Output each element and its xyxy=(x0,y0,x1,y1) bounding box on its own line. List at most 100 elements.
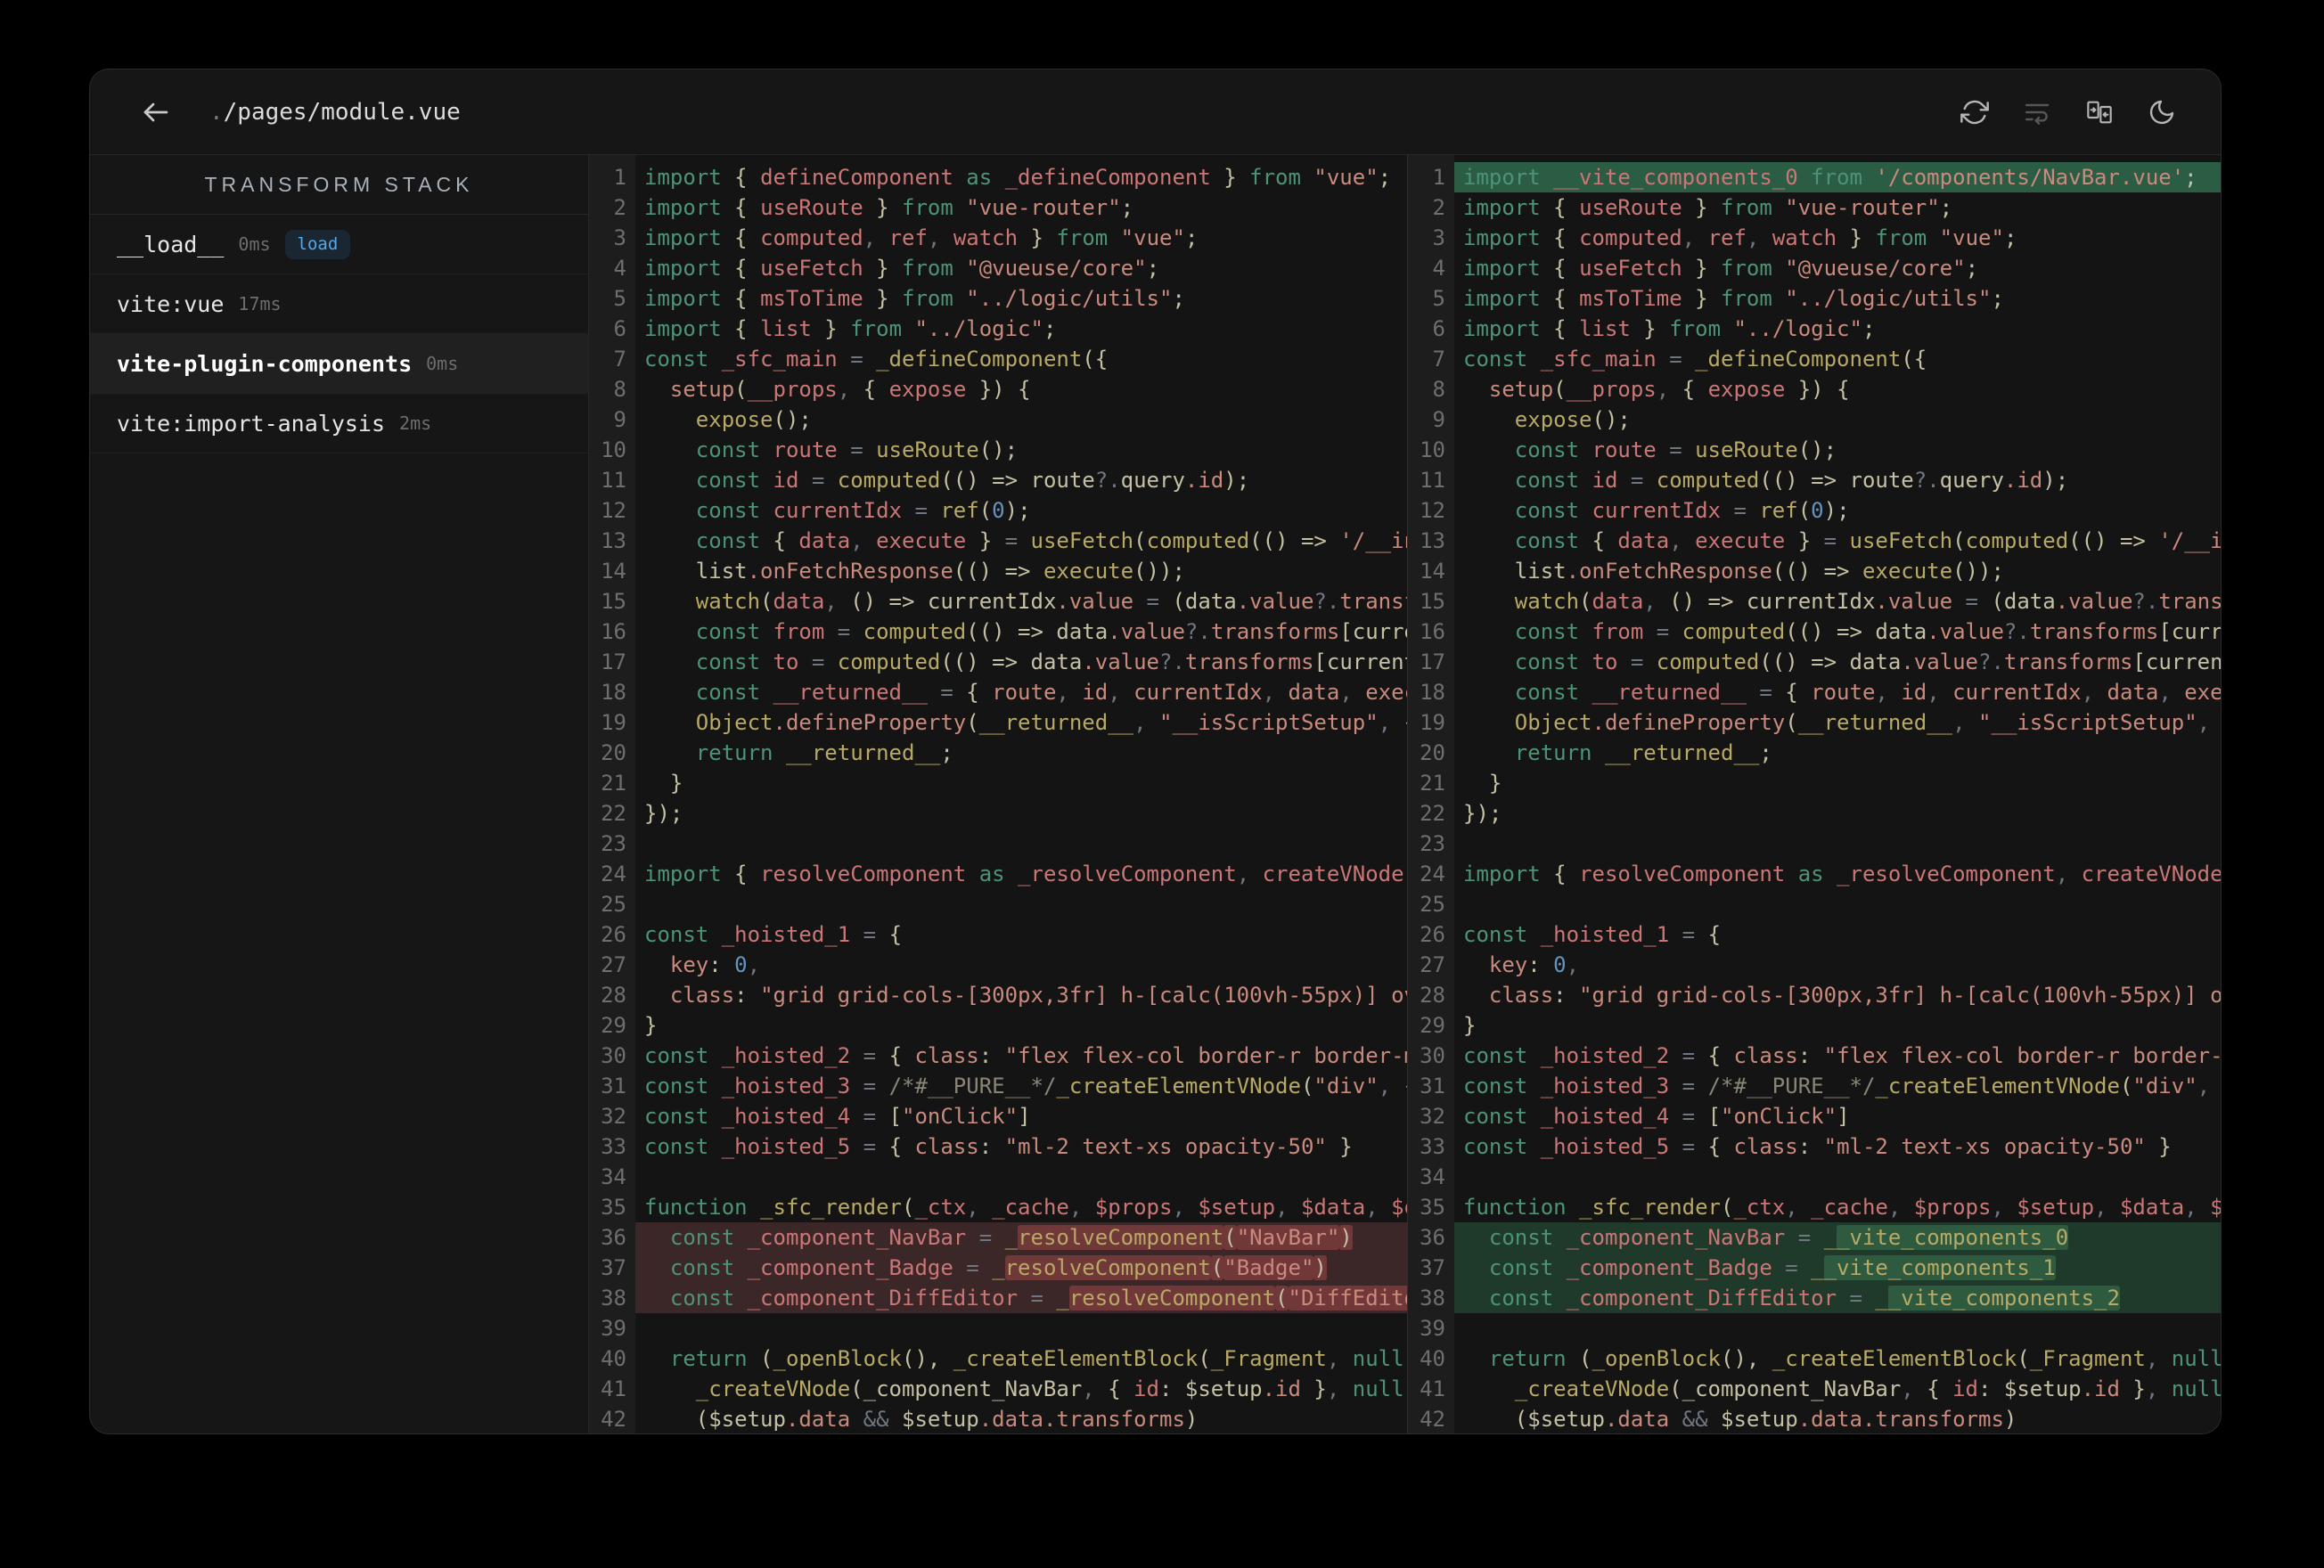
code-token: ; xyxy=(1043,316,1057,341)
code-token: , xyxy=(1326,1376,1353,1401)
code-line: function _sfc_render(_ctx, _cache, $prop… xyxy=(1463,1192,2221,1222)
code-token: = xyxy=(1656,437,1696,462)
line-number: 3 xyxy=(1432,225,1445,250)
code-token: , xyxy=(1746,225,1772,250)
code-token: const xyxy=(1463,1225,1554,1250)
code-line: const _component_NavBar = _resolveCompon… xyxy=(635,1222,1407,1253)
refresh-button[interactable] xyxy=(1955,93,1994,132)
sidebar-item-load[interactable]: __load__ 0ms load xyxy=(90,215,588,274)
wrap-lines-button[interactable] xyxy=(2017,93,2057,132)
code-token: import xyxy=(1463,225,1541,250)
code-token: from xyxy=(902,195,953,220)
code-token: (() => data xyxy=(1785,619,1927,644)
line-number: 29 xyxy=(1420,1013,1445,1038)
line-number: 25 xyxy=(601,892,626,917)
code-token: "../logic" xyxy=(902,316,1043,341)
code-token: , xyxy=(1566,952,1580,977)
code-line: const from = computed(() => data.value?.… xyxy=(644,617,1407,647)
code-token: , xyxy=(1952,710,1978,735)
back-button[interactable] xyxy=(136,93,176,132)
code-token: from xyxy=(1797,165,1862,190)
plugin-name: vite:import-analysis xyxy=(117,410,386,437)
code-token: : xyxy=(1797,1134,1824,1159)
code-token: const xyxy=(644,680,761,705)
code-token: import xyxy=(644,195,722,220)
dark-mode-button[interactable] xyxy=(2142,93,2181,132)
sidebar-item-vite-vue[interactable]: vite:vue 17ms xyxy=(90,274,588,334)
code-token: /*#__PURE__*/ xyxy=(1707,1074,1876,1098)
code-line: } xyxy=(1463,1010,2221,1041)
code-token: ?. xyxy=(1913,468,1940,493)
code-line: import { useFetch } from "@vueuse/core"; xyxy=(1463,253,2221,283)
code-token: ; xyxy=(1991,286,2004,311)
line-number: 34 xyxy=(1420,1164,1445,1189)
code-token: list xyxy=(760,316,812,341)
code-token: import xyxy=(1463,165,1541,190)
code-token: ( xyxy=(1797,498,1812,523)
code-token: query xyxy=(1120,468,1185,493)
code-token: ( xyxy=(1785,710,1798,735)
code-line: import { msToTime } from "../logic/utils… xyxy=(1463,283,2221,314)
code-token: const xyxy=(1463,922,1528,947)
code-token: { xyxy=(1540,286,1580,311)
code-token: (data xyxy=(1172,589,1237,614)
line-number: 9 xyxy=(613,407,626,432)
code-panel-before[interactable]: 1 2 3 4 5 6 7 8 9 10 11 12 13 14 15 16 17 18 19 20 21 22 23 24 2… xyxy=(589,155,1407,1433)
code-token: class xyxy=(914,1043,979,1068)
code-token: _defineComponent xyxy=(876,347,1083,372)
code-token: ; xyxy=(1965,256,1979,281)
line-number: 1 xyxy=(613,165,626,190)
code-token: [currentIdx xyxy=(1313,649,1407,674)
code-token: import xyxy=(1463,286,1541,311)
toggle-one-column-button[interactable] xyxy=(2080,93,2119,132)
code-token: = xyxy=(1018,1286,1057,1311)
code-token: import xyxy=(644,316,722,341)
code-token: expose xyxy=(888,377,967,402)
code-token: data xyxy=(1288,680,1340,705)
code-token: watch xyxy=(1463,589,1580,614)
code-token: (() => route xyxy=(1759,468,1914,493)
code-token: transforms xyxy=(1210,619,1340,644)
code-token: ] xyxy=(1018,1104,1031,1129)
line-number: 7 xyxy=(613,347,626,372)
sidebar-item-vite-plugin-components[interactable]: vite-plugin-components 0ms xyxy=(90,334,588,394)
code-token: , xyxy=(2094,1195,2120,1220)
code-token: { xyxy=(1785,680,1812,705)
code-token: currentIdx xyxy=(760,498,902,523)
code-token: = xyxy=(1669,1104,1708,1129)
code-line: ($setup.data && $setup.data.transforms) xyxy=(644,1404,1407,1433)
code-token: $setup xyxy=(1721,1407,1798,1432)
code-token: } xyxy=(1682,286,1722,311)
code-token: computed xyxy=(1146,528,1250,553)
code-line: const { data, execute } = useFetch(compu… xyxy=(644,526,1407,556)
code-token: list xyxy=(1579,316,1631,341)
code-token: , xyxy=(1887,1195,1914,1220)
code-token: import xyxy=(644,256,722,281)
code-token: _cache xyxy=(992,1195,1069,1220)
code-token: _sfc_render xyxy=(1566,1195,1721,1220)
code-token: } xyxy=(966,528,1005,553)
code-token: { xyxy=(888,922,903,947)
code-line: return __returned__; xyxy=(644,738,1407,768)
code-token: "flex flex-col border-r border-main" xyxy=(1823,1043,2221,1068)
code-token: const xyxy=(1463,1104,1528,1129)
code-panel-after[interactable]: 1 2 3 4 5 6 7 8 9 10 11 12 13 14 15 16 17 18 19 20 21 22 23 24 2… xyxy=(1407,155,2221,1433)
desktop: { "colors": { "kw": "#4d9375", "vr": "#c… xyxy=(0,0,2324,1568)
code-token: _resolveComponent xyxy=(1837,862,2056,886)
code-token: _vite_components_1 xyxy=(1823,1255,2056,1280)
dark-mode-icon xyxy=(2148,98,2176,127)
code-token: { xyxy=(863,377,889,402)
code-token: _hoisted_4 xyxy=(1527,1104,1670,1129)
code-token: }) { xyxy=(1785,377,1850,402)
code-line: class: "grid grid-cols-[300px,3fr] h-[ca… xyxy=(644,980,1407,1010)
code-token: , xyxy=(2197,710,2221,735)
code-token: (() => xyxy=(2068,528,2159,553)
sidebar-item-vite-import-analysis[interactable]: vite:import-analysis 2ms xyxy=(90,394,588,453)
code-token: ?. xyxy=(2132,589,2159,614)
code-token: "ml-2 text-xs opacity-50" xyxy=(1823,1134,2146,1159)
code-token: resolveComponent xyxy=(760,862,967,886)
code-token: '/components/NavBar.vue' xyxy=(1862,165,2185,190)
line-number: 24 xyxy=(601,862,626,886)
